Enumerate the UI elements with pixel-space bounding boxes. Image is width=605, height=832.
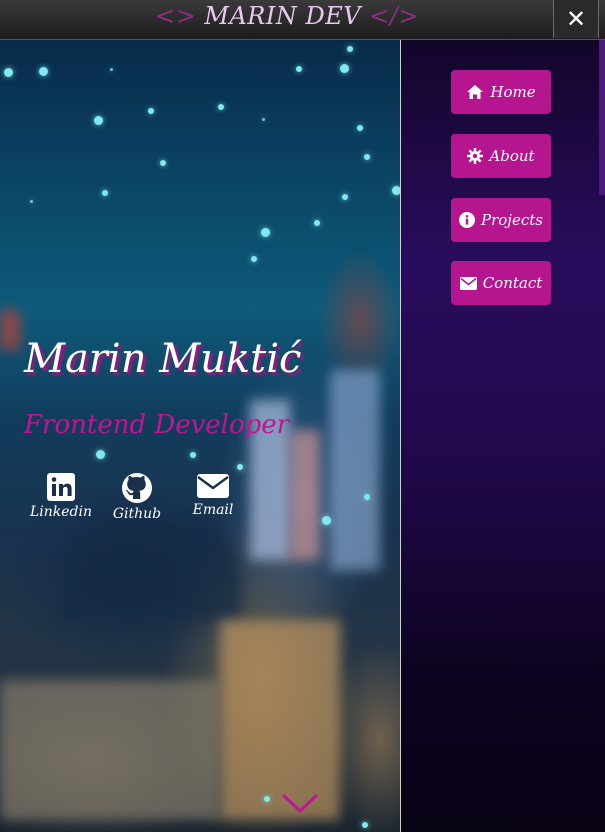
particle — [39, 67, 48, 76]
particle — [322, 516, 331, 525]
social-link-email[interactable]: Email — [182, 472, 244, 522]
scroll-down-button[interactable] — [282, 794, 318, 818]
particle — [218, 104, 224, 110]
social-label: Github — [112, 506, 162, 522]
github-icon — [121, 472, 153, 504]
social-link-linkedin[interactable]: Linkedin — [30, 472, 92, 522]
particle — [94, 116, 103, 125]
particle — [364, 494, 370, 500]
envelope-icon — [459, 276, 477, 290]
close-menu-button[interactable]: ✕ — [553, 0, 599, 38]
city-background — [330, 370, 380, 570]
particle — [364, 154, 370, 160]
particle — [342, 194, 348, 200]
top-bar: <> MARIN DEV </> ✕ — [0, 0, 605, 40]
brand-name: MARIN DEV — [196, 2, 370, 30]
nav-item-home[interactable]: Home — [451, 70, 551, 114]
city-background — [60, 520, 240, 620]
particle — [148, 108, 154, 114]
city-background — [290, 430, 320, 560]
city-background — [220, 620, 340, 820]
particle — [296, 66, 302, 72]
nav-item-label: Projects — [481, 211, 543, 229]
social-links: Linkedin Github Email — [30, 472, 244, 522]
particle — [102, 190, 108, 196]
particle — [262, 118, 265, 121]
side-nav-panel: Home About Projects Contact — [400, 40, 605, 832]
nav-item-label: About — [489, 147, 535, 165]
nav-item-label: Home — [490, 83, 536, 101]
info-icon — [459, 212, 476, 228]
scrollbar[interactable] — [599, 40, 605, 195]
nav-item-projects[interactable]: Projects — [451, 198, 551, 242]
particle — [314, 220, 320, 226]
particle — [30, 200, 33, 203]
particle — [340, 64, 349, 73]
social-link-github[interactable]: Github — [106, 472, 168, 522]
particle — [4, 68, 13, 77]
particle — [96, 450, 105, 459]
envelope-icon — [196, 472, 230, 500]
particle — [357, 125, 363, 131]
brand-logo[interactable]: <> MARIN DEV </> — [0, 2, 574, 30]
social-label: Email — [192, 502, 234, 518]
particle — [251, 256, 257, 262]
particle — [190, 452, 196, 458]
nav-item-about[interactable]: About — [451, 134, 551, 178]
gear-icon — [467, 148, 484, 164]
nav-item-contact[interactable]: Contact — [451, 261, 551, 305]
particle — [160, 160, 166, 166]
nav-item-label: Contact — [482, 274, 543, 292]
hero-section: Marin Muktić Frontend Developer Linkedin — [0, 40, 400, 832]
particle — [362, 822, 368, 828]
particle — [261, 228, 270, 237]
developer-role: Frontend Developer — [24, 410, 290, 440]
particle — [264, 796, 270, 802]
particle — [110, 68, 113, 71]
brand-close-tag: </> — [369, 2, 419, 30]
particle — [237, 464, 243, 470]
social-label: Linkedin — [30, 504, 93, 520]
close-icon: ✕ — [565, 5, 587, 33]
home-icon — [466, 84, 484, 100]
city-background — [0, 310, 20, 350]
city-background — [0, 680, 220, 820]
chevron-down-icon — [282, 794, 318, 818]
linkedin-icon — [46, 472, 76, 502]
developer-name: Marin Muktić — [24, 336, 302, 382]
particle — [347, 46, 353, 52]
brand-open-tag: <> — [155, 2, 197, 30]
particle — [392, 186, 400, 195]
